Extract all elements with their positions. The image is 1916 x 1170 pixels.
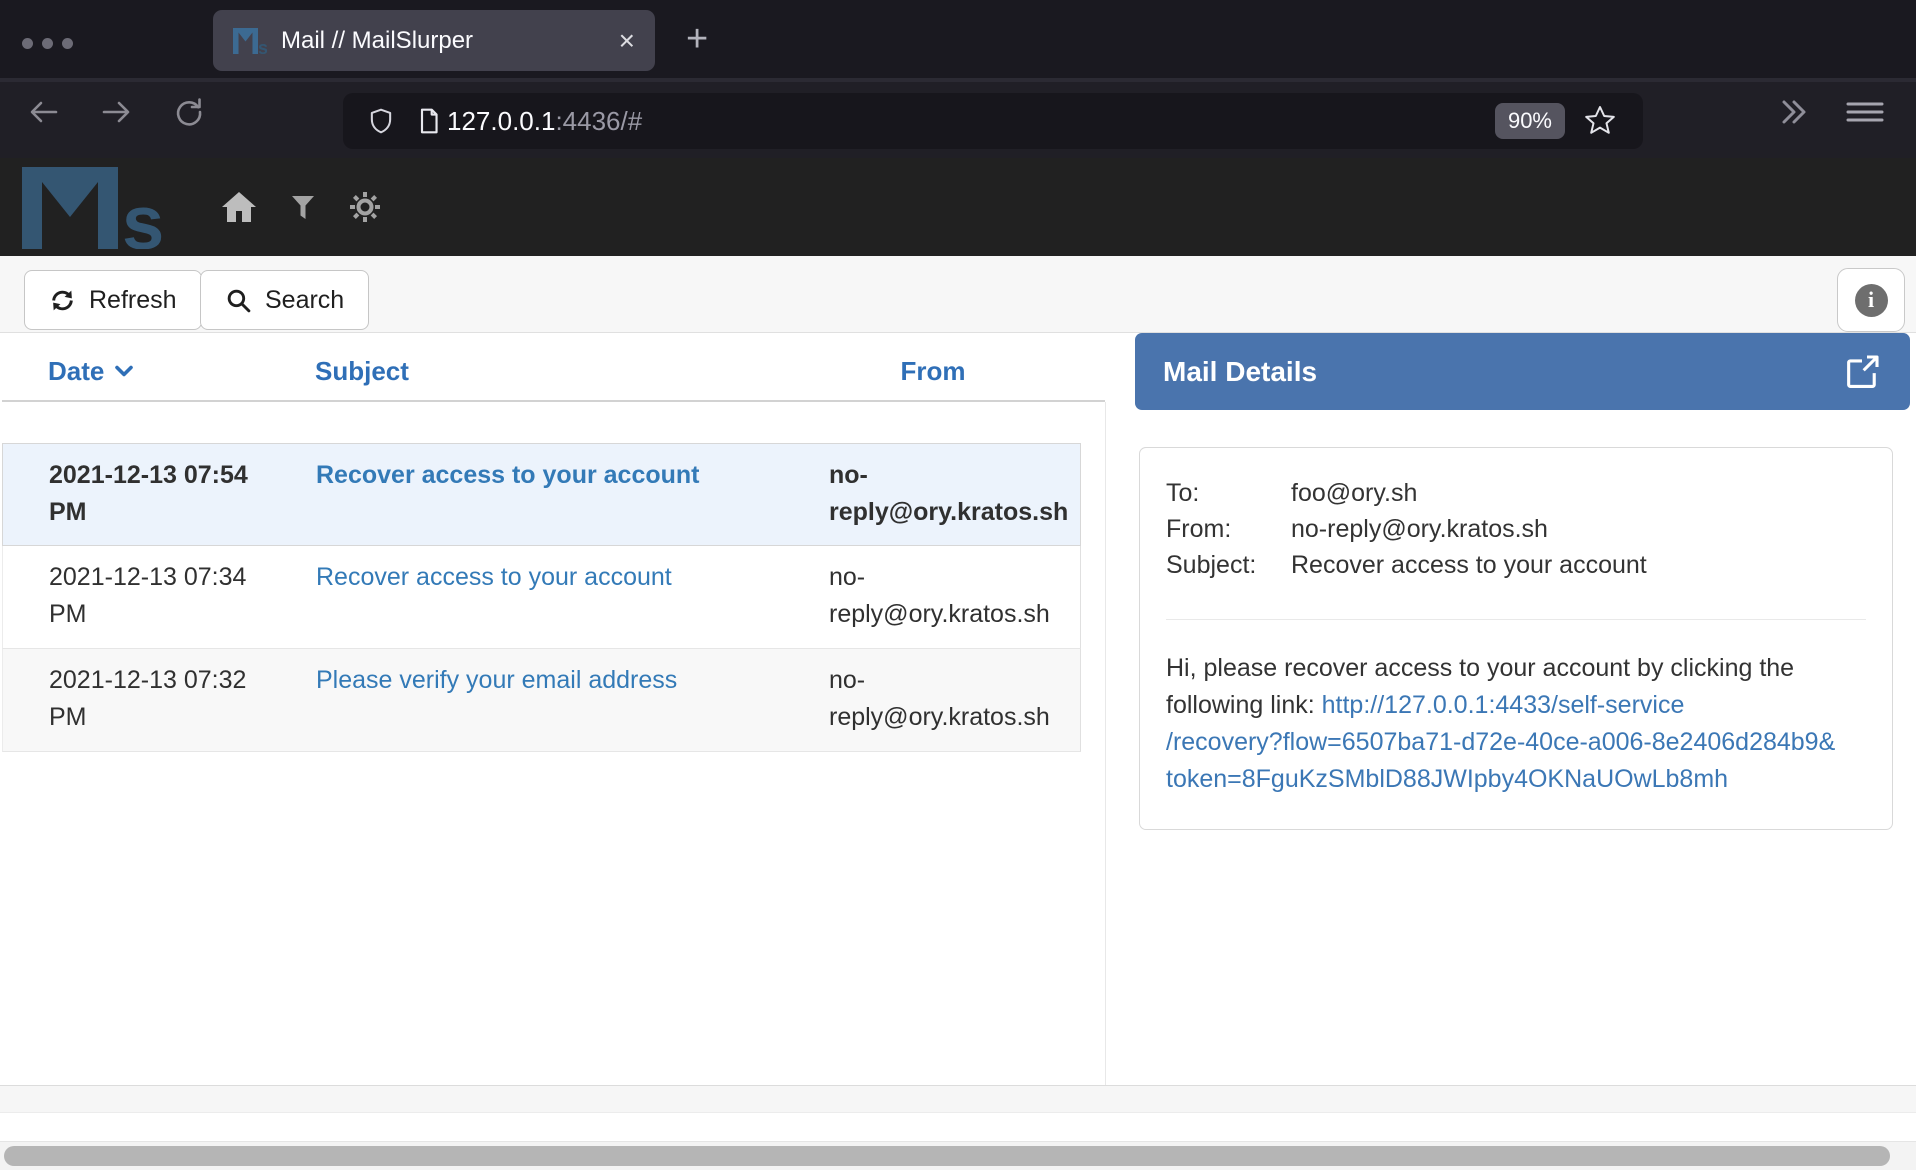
url-path: :4436/# (555, 106, 642, 136)
mail-row-date: 2021-12-13 07:34 PM (49, 559, 277, 633)
refresh-icon (49, 287, 76, 314)
mail-row-from: no-reply@ory.kratos.sh (829, 559, 1077, 633)
browser-tab-bar: s Mail // MailSlurper × + (0, 0, 1916, 78)
settings-gear-icon[interactable] (348, 158, 382, 256)
svg-text:s: s (122, 181, 164, 249)
to-label: To: (1166, 475, 1291, 511)
mail-list-row[interactable]: 2021-12-13 07:54 PM Recover access to yo… (2, 443, 1081, 546)
window-controls[interactable] (22, 38, 73, 49)
footer-band (0, 1086, 1916, 1113)
refresh-label: Refresh (89, 286, 177, 315)
forward-icon[interactable] (98, 94, 134, 130)
window-dot[interactable] (42, 38, 53, 49)
url-host: 127.0.0.1 (447, 106, 555, 136)
window-dot[interactable] (62, 38, 73, 49)
details-divider (1166, 619, 1866, 620)
list-header-divider (2, 400, 1105, 402)
from-label: From: (1166, 511, 1291, 547)
mail-list-row[interactable]: 2021-12-13 07:32 PM Please verify your e… (2, 649, 1081, 752)
tab-title: Mail // MailSlurper (281, 27, 473, 55)
mail-details-title: Mail Details (1163, 356, 1317, 388)
browser-tab[interactable]: s Mail // MailSlurper × (213, 10, 655, 71)
bookmark-star-icon[interactable] (1583, 104, 1617, 138)
mail-row-from: no-reply@ory.kratos.sh (829, 662, 1077, 736)
browser-window: s Mail // MailSlurper × + (0, 0, 1916, 1170)
subject-value: Recover access to your account (1291, 547, 1647, 583)
shield-icon[interactable] (367, 107, 395, 135)
new-tab-button[interactable]: + (686, 18, 708, 61)
mail-row-from: no-reply@ory.kratos.sh (829, 457, 1077, 531)
mail-row-subject-link[interactable]: Please verify your email address (316, 662, 786, 699)
window-dot[interactable] (22, 38, 33, 49)
browser-toolbar: 127.0.0.1:4436/# 90% (0, 78, 1916, 158)
panel-divider (1105, 402, 1106, 1113)
page-info-icon[interactable] (415, 107, 443, 135)
external-link-icon[interactable] (1842, 352, 1882, 392)
mail-row-date: 2021-12-13 07:54 PM (49, 457, 277, 531)
date-header-label: Date (48, 356, 104, 387)
mail-row-subject-link[interactable]: Recover access to your account (316, 559, 786, 596)
filter-icon[interactable] (290, 158, 316, 256)
column-header-date[interactable]: Date (48, 356, 134, 387)
column-header-subject[interactable]: Subject (315, 356, 409, 387)
mail-row-date: 2021-12-13 07:32 PM (49, 662, 277, 736)
refresh-button[interactable]: Refresh (24, 270, 202, 330)
url-bar[interactable]: 127.0.0.1:4436/# 90% (343, 93, 1643, 149)
from-value: no-reply@ory.kratos.sh (1291, 511, 1548, 547)
back-icon[interactable] (26, 94, 62, 130)
overflow-chevron-icon[interactable] (1772, 96, 1814, 128)
action-toolbar: Refresh Search i (0, 256, 1916, 333)
mail-list-row[interactable]: 2021-12-13 07:34 PM Recover access to yo… (2, 546, 1081, 649)
info-button[interactable]: i (1837, 268, 1905, 332)
subject-label: Subject: (1166, 547, 1291, 583)
menu-icon[interactable] (1844, 96, 1886, 128)
reload-icon[interactable] (170, 94, 206, 130)
scrollbar-thumb[interactable] (4, 1146, 1890, 1166)
mailslurper-favicon-icon: s (233, 27, 267, 55)
search-label: Search (265, 286, 344, 315)
mailslurper-header: s (0, 158, 1916, 256)
column-header-from[interactable]: From (813, 356, 1053, 387)
info-icon: i (1855, 284, 1888, 317)
tab-close-icon[interactable]: × (619, 27, 635, 55)
horizontal-scrollbar[interactable] (0, 1141, 1916, 1170)
mail-row-subject-link[interactable]: Recover access to your account (316, 457, 786, 494)
mail-rows: 2021-12-13 07:54 PM Recover access to yo… (2, 443, 1081, 752)
sort-descending-icon (114, 364, 134, 379)
mail-details-card: To: foo@ory.sh From: no-reply@ory.kratos… (1139, 447, 1893, 830)
mailslurper-logo: s (22, 165, 222, 249)
to-value: foo@ory.sh (1291, 475, 1417, 511)
zoom-level-badge[interactable]: 90% (1495, 103, 1565, 139)
url-text: 127.0.0.1:4436/# (447, 106, 642, 137)
mail-body: Hi, please recover access to your accoun… (1166, 650, 1866, 798)
svg-text:s: s (258, 38, 267, 55)
search-icon (225, 287, 252, 314)
home-button[interactable] (220, 158, 258, 256)
search-button[interactable]: Search (200, 270, 369, 330)
mail-details-header: Mail Details (1135, 333, 1910, 410)
